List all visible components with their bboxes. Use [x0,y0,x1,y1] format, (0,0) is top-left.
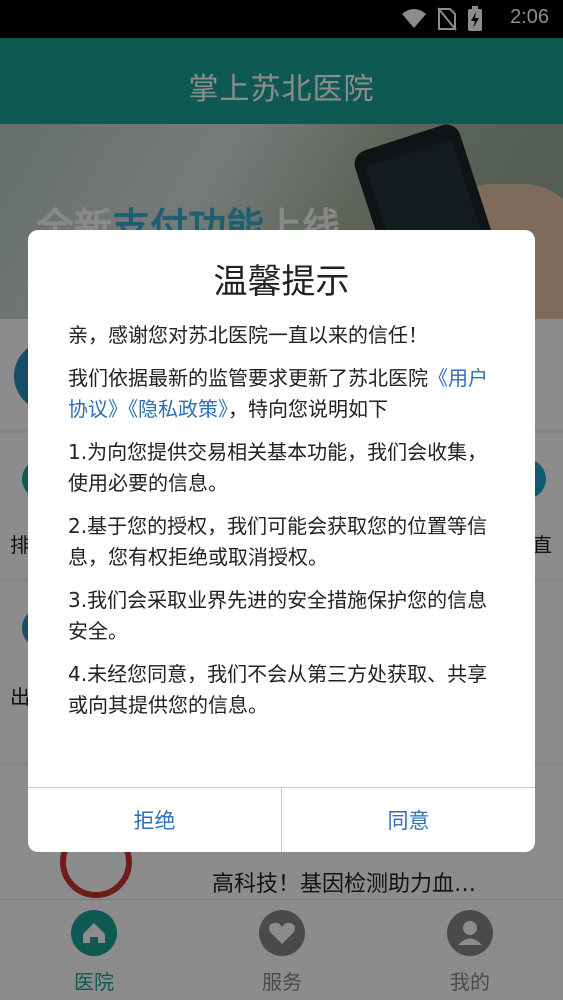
dialog-item-4: 4.未经您同意，我们不会从第三方处获取、共享或向其提供您的信息。 [68,662,488,717]
dialog-greeting: 亲，感谢您对苏北医院一直以来的信任！ [68,323,428,347]
agree-button[interactable]: 同意 [281,788,535,852]
dialog-title: 温馨提示 [213,262,350,302]
dialog-item-3: 3.我们会采取业界先进的安全措施保护您的信息安全。 [68,588,488,643]
dialog-item-1: 1.为向您提供交易相关基本功能，我们会收集，使用必要的信息。 [68,440,488,495]
dialog-buttons: 拒绝 同意 [28,787,535,852]
privacy-dialog: 温馨提示 亲，感谢您对苏北医院一直以来的信任！ 我们依据最新的监管要求更新了苏北… [28,230,535,852]
privacy-policy-link[interactable]: 《隐私政策》 [128,397,228,421]
dialog-update-notice: 我们依据最新的监管要求更新了苏北医院《用户协议》《隐私政策》，特向您说明如下 [68,363,495,425]
update-notice-suffix: ，特向您说明如下 [228,397,388,421]
reject-button[interactable]: 拒绝 [28,788,281,852]
dialog-item-2: 2.基于您的授权，我们可能会获取您的位置等信息，您有权拒绝或取消授权。 [68,514,488,569]
update-notice-text: 我们依据最新的监管要求更新了苏北医院 [68,366,428,390]
dialog-body: 亲，感谢您对苏北医院一直以来的信任！ 我们依据最新的监管要求更新了苏北医院《用户… [68,320,495,733]
